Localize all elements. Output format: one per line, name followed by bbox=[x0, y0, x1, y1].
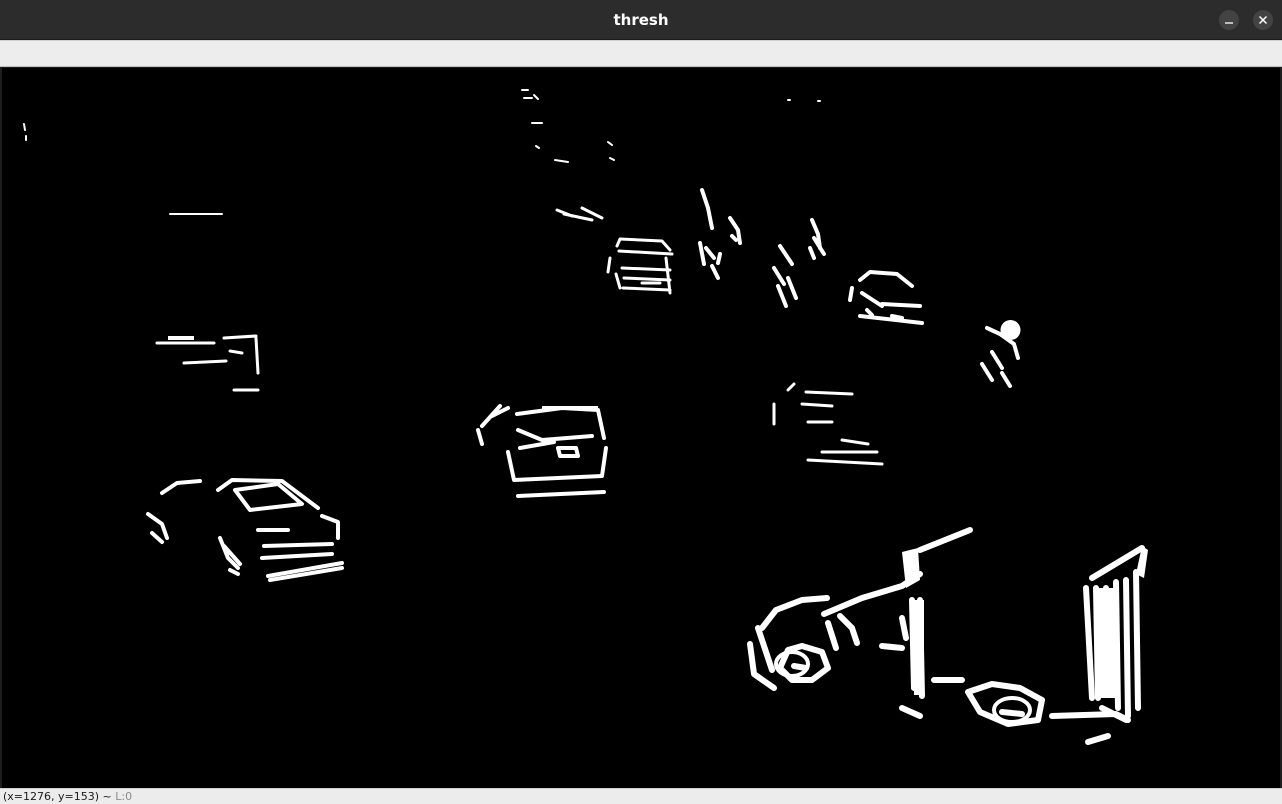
car-center bbox=[476, 404, 608, 498]
cursor-coordinates: (x=1276, y=153) ~ bbox=[3, 790, 112, 803]
window-titlebar[interactable]: thresh bbox=[0, 0, 1282, 40]
toolbar bbox=[0, 40, 1282, 67]
pixel-level: L:0 bbox=[115, 790, 133, 803]
blob-fills bbox=[168, 320, 1148, 724]
riders bbox=[698, 188, 1020, 388]
close-icon bbox=[1258, 15, 1268, 25]
minimize-button[interactable] bbox=[1219, 10, 1239, 30]
window-title: thresh bbox=[613, 11, 669, 29]
minimize-icon bbox=[1225, 22, 1233, 24]
car-lower-left bbox=[146, 478, 344, 582]
car-left-mid bbox=[155, 334, 260, 392]
threshold-image bbox=[23, 89, 1148, 745]
car-center-top bbox=[555, 206, 674, 295]
car-right-upper bbox=[848, 270, 924, 325]
car-center-right bbox=[772, 382, 884, 466]
close-button[interactable] bbox=[1253, 10, 1273, 30]
bus bbox=[747, 527, 1145, 745]
image-canvas[interactable] bbox=[2, 68, 1280, 788]
statusbar: (x=1276, y=153) ~ L:0 bbox=[0, 788, 1282, 804]
top-specks bbox=[23, 89, 821, 215]
